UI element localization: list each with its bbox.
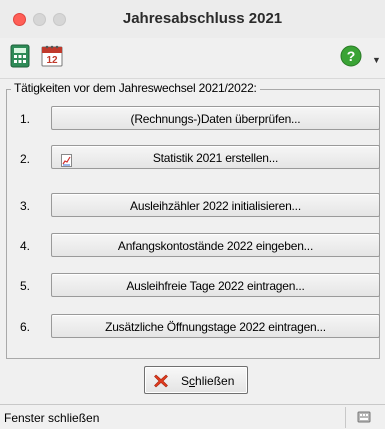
tasks-group-legend: Tätigkeiten vor dem Jahreswechsel 2021/2… bbox=[11, 81, 260, 95]
task-number-6: 6. bbox=[20, 320, 31, 334]
help-dropdown-arrow-icon[interactable]: ▼ bbox=[372, 55, 381, 65]
status-bar: Fenster schließen bbox=[0, 404, 385, 429]
task-number-2: 2. bbox=[20, 152, 31, 166]
close-x-icon bbox=[153, 373, 169, 389]
task-number-5: 5. bbox=[20, 279, 31, 293]
svg-text:?: ? bbox=[347, 48, 356, 64]
task-button-extra-opening-days[interactable]: Zusätzliche Öffnungstage 2022 eintragen.… bbox=[51, 314, 380, 338]
task-number-3: 3. bbox=[20, 199, 31, 213]
calendar-day: 12 bbox=[46, 55, 58, 66]
task-button-label: Statistik 2021 erstellen... bbox=[152, 151, 279, 165]
task-button-label: Anfangskontostände 2022 eingeben... bbox=[117, 239, 314, 253]
title-bar[interactable]: Jahresabschluss 2021 bbox=[0, 0, 385, 38]
chart-document-icon bbox=[61, 151, 73, 167]
window-title: Jahresabschluss 2021 bbox=[122, 10, 283, 27]
task-button-check-data[interactable]: (Rechnungs-)Daten überprüfen... bbox=[51, 106, 380, 130]
keyboard-status-icon bbox=[357, 410, 371, 424]
dialog-window: Jahresabschluss 2021 12 ? ▼ Tätigkeiten … bbox=[0, 0, 385, 429]
toolbar: 12 ? ▼ bbox=[0, 38, 385, 79]
task-button-label: Zusätzliche Öffnungstage 2022 eintragen.… bbox=[105, 320, 326, 334]
close-button-label: Schließen bbox=[181, 374, 235, 388]
task-button-init-loan-counter[interactable]: Ausleihzähler 2022 initialisieren... bbox=[51, 193, 380, 217]
close-button[interactable]: Schließen bbox=[144, 366, 248, 394]
status-separator bbox=[345, 407, 346, 428]
task-button-label: Ausleihfreie Tage 2022 eintragen... bbox=[126, 279, 305, 293]
calendar-icon[interactable]: 12 bbox=[40, 44, 64, 68]
help-icon[interactable]: ? bbox=[340, 45, 362, 67]
task-button-label: Ausleihzähler 2022 initialisieren... bbox=[130, 199, 301, 213]
task-button-label: (Rechnungs-)Daten überprüfen... bbox=[130, 112, 301, 126]
task-button-loan-free-days[interactable]: Ausleihfreie Tage 2022 eintragen... bbox=[51, 273, 380, 297]
calculator-icon[interactable] bbox=[8, 44, 32, 68]
task-button-create-statistics[interactable]: Statistik 2021 erstellen... bbox=[51, 145, 380, 169]
task-number-4: 4. bbox=[20, 239, 31, 253]
task-button-opening-balances[interactable]: Anfangskontostände 2022 eingeben... bbox=[51, 233, 380, 257]
status-text: Fenster schließen bbox=[4, 411, 100, 425]
task-number-1: 1. bbox=[20, 112, 31, 126]
